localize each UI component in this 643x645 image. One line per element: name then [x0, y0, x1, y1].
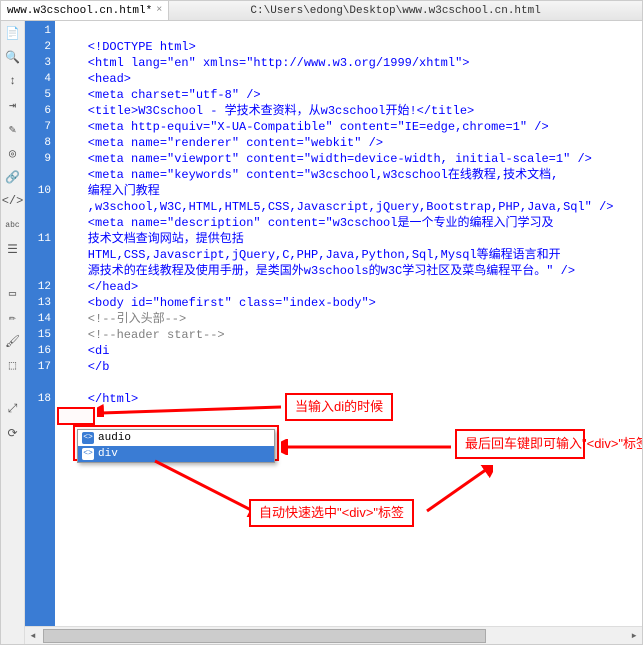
code-line[interactable]: ,w3school,W3C,HTML,HTML5,CSS,Javascript,…: [59, 199, 638, 215]
code-line[interactable]: <meta http-equiv="X-UA-Compatible" conte…: [59, 119, 638, 135]
filepath-label: C:\Users\edong\Desktop\www.w3cschool.cn.…: [169, 5, 642, 17]
code-line[interactable]: </b: [59, 359, 638, 375]
annotation-1: 当输入di的时候: [285, 393, 393, 421]
code-line[interactable]: <meta name="description" content="w3csch…: [59, 215, 638, 231]
folder-icon[interactable]: ▭: [5, 285, 21, 301]
annotation-2: 最后回车键即可输入"<div>"标签: [455, 429, 585, 459]
tag-icon: <>: [82, 432, 94, 444]
tag-icon: <>: [82, 448, 94, 460]
line-gutter: 123456789101112131415161718: [25, 21, 55, 626]
code-line[interactable]: <title>W3Cschool - 学技术查资料，从w3cschool开始!<…: [59, 103, 638, 119]
zoom-icon[interactable]: 🔍: [5, 49, 21, 65]
sync-icon[interactable]: ⟳: [5, 425, 21, 441]
arrow-3: [149, 457, 259, 517]
code-line[interactable]: <head>: [59, 71, 638, 87]
code-line[interactable]: 源技术的在线教程及使用手册，是类国外w3schools的W3C学习社区及菜鸟编程…: [59, 263, 638, 279]
arrow-1: [97, 397, 283, 417]
code-line[interactable]: 技术文档查询网站，提供包括: [59, 231, 638, 247]
code-line[interactable]: </head>: [59, 279, 638, 295]
scroll-thumb[interactable]: [43, 629, 486, 643]
active-tab[interactable]: www.w3cschool.cn.html* ×: [1, 1, 169, 20]
code-line[interactable]: <!--引入头部-->: [59, 311, 638, 327]
code-line[interactable]: <meta name="viewport" content="width=dev…: [59, 151, 638, 167]
scroll-right-icon[interactable]: ►: [626, 628, 642, 644]
code-line[interactable]: 编程入门教程: [59, 183, 638, 199]
code-line[interactable]: <meta name="keywords" content="w3cschool…: [59, 167, 638, 183]
main-area: 📄 🔍 ↕ ⇥ ✎ ◎ 🔗 </> abc ☰ ▭ ✏ 🖌 ⬚ ⤢ ⟳ 1234…: [1, 21, 642, 644]
highlight-typed: [57, 407, 95, 425]
code-editor[interactable]: 123456789101112131415161718 <!DOCTYPE ht…: [25, 21, 642, 626]
autocomplete-label: div: [98, 446, 118, 462]
arrow-4: [423, 465, 493, 515]
autocomplete-item[interactable]: <> audio: [78, 430, 274, 446]
code-icon[interactable]: </>: [5, 193, 21, 209]
list-icon[interactable]: ☰: [5, 241, 21, 257]
wand-icon[interactable]: ✎: [5, 121, 21, 137]
indent-icon[interactable]: ⇥: [5, 97, 21, 113]
code-line[interactable]: <di: [59, 343, 638, 359]
left-toolbar: 📄 🔍 ↕ ⇥ ✎ ◎ 🔗 </> abc ☰ ▭ ✏ 🖌 ⬚ ⤢ ⟳: [1, 21, 25, 644]
target-icon[interactable]: ◎: [5, 145, 21, 161]
horizontal-scrollbar[interactable]: ◄ ►: [25, 626, 642, 644]
code-line[interactable]: <body id="homefirst" class="index-body">: [59, 295, 638, 311]
editor-wrap: 123456789101112131415161718 <!DOCTYPE ht…: [25, 21, 642, 644]
tab-label: www.w3cschool.cn.html*: [7, 5, 152, 17]
code-area[interactable]: <!DOCTYPE html> <html lang="en" xmlns="h…: [55, 21, 642, 626]
code-line[interactable]: <!--header start-->: [59, 327, 638, 343]
code-line[interactable]: <!DOCTYPE html>: [59, 39, 638, 55]
autocomplete-label: audio: [98, 430, 131, 446]
code-line[interactable]: <meta charset="utf-8" />: [59, 87, 638, 103]
pencil-icon[interactable]: ✏: [5, 309, 21, 325]
code-line[interactable]: <meta name="renderer" content="webkit" /…: [59, 135, 638, 151]
new-file-icon[interactable]: 📄: [5, 25, 21, 41]
abc-icon[interactable]: abc: [5, 217, 21, 233]
arrow-2: [281, 439, 453, 455]
code-line[interactable]: <html lang="en" xmlns="http://www.w3.org…: [59, 55, 638, 71]
titlebar: www.w3cschool.cn.html* × C:\Users\edong\…: [1, 1, 642, 21]
code-line[interactable]: [59, 375, 638, 391]
brush-icon[interactable]: 🖌: [5, 333, 21, 349]
close-icon[interactable]: ×: [156, 5, 162, 16]
expand-icon[interactable]: ⤢: [5, 401, 21, 417]
code-line[interactable]: HTML,CSS,Javascript,jQuery,C,PHP,Java,Py…: [59, 247, 638, 263]
link-icon[interactable]: 🔗: [5, 169, 21, 185]
scroll-left-icon[interactable]: ◄: [25, 628, 41, 644]
annotation-3: 自动快速选中"<div>"标签: [249, 499, 414, 527]
eraser-icon[interactable]: ⬚: [5, 357, 21, 373]
toggle-icon[interactable]: ↕: [5, 73, 21, 89]
